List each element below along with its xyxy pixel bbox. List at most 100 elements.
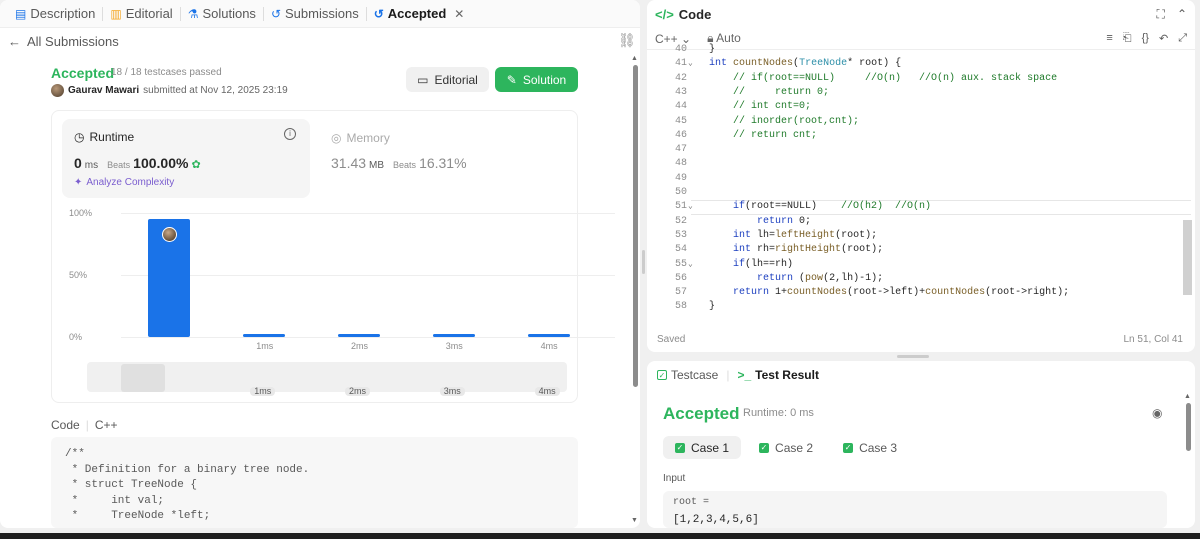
eye-icon[interactable]: ◉ (1152, 406, 1162, 420)
runtime-card[interactable]: ◷ Runtime i 0 ms Beats 100.00% ✿ ✦ Analy… (62, 119, 310, 198)
code-section-label: Code | C++ (51, 418, 118, 432)
line-number: 40 (674, 44, 687, 55)
code-line[interactable]: return 0; (709, 215, 811, 229)
runtime-title: Runtime (89, 130, 135, 144)
chart-range-scroller[interactable] (87, 362, 567, 392)
tab-test-result[interactable]: >_ Test Result (737, 368, 818, 382)
info-icon[interactable]: i (284, 128, 296, 140)
memory-beats: 16.31% (419, 155, 467, 171)
analyze-label: Analyze Complexity (86, 177, 175, 188)
scroller-tick-label: 3ms (439, 387, 465, 396)
beats-label: Beats (393, 160, 417, 170)
back-link[interactable]: ← All Submissions (8, 34, 119, 49)
tab-testcase[interactable]: ✓ Testcase (657, 368, 718, 382)
fullscreen-icon[interactable]: ⤢ (1178, 32, 1187, 45)
close-icon[interactable]: ✕ (454, 8, 464, 20)
code-line[interactable]: int rh=rightHeight(root); (709, 243, 883, 257)
code-icon: </> (655, 7, 674, 22)
analyze-complexity-link[interactable]: ✦ Analyze Complexity (74, 177, 174, 188)
separator: | (85, 418, 89, 432)
chart-bar[interactable] (527, 334, 570, 337)
tab-divider: | (726, 368, 730, 382)
scroller-tick-label: 2ms (345, 387, 371, 396)
case-tab-3[interactable]: ✓ Case 3 (831, 436, 909, 459)
chart-bar[interactable] (432, 334, 475, 337)
chevron-up-icon[interactable]: ⌃ (1177, 7, 1187, 22)
scrollbar-thumb[interactable] (1186, 403, 1191, 451)
button-label: Editorial (434, 72, 478, 87)
memory-unit: MB (369, 160, 385, 171)
code-line[interactable]: // int cnt=0; (709, 100, 811, 114)
y-tick-label: 100% (69, 208, 93, 218)
fold-chevron-icon[interactable]: ⌄ (688, 258, 693, 272)
fold-chevron-icon[interactable]: ⌄ (688, 200, 693, 214)
code-line[interactable]: if(root==NULL) //O(h2) //O(n) (709, 200, 931, 214)
taskbar (0, 533, 1200, 539)
tab-accepted[interactable]: ↺ Accepted ✕ (367, 6, 472, 21)
bookmark-icon[interactable]: ⎗ (1123, 32, 1132, 45)
code-line[interactable]: // return cnt; (709, 129, 817, 143)
line-number: 43 (674, 86, 687, 98)
share-link-icon[interactable]: ⛓ (618, 32, 636, 49)
line-number: 56 (674, 272, 687, 284)
tab-description[interactable]: ▤ Description (8, 6, 102, 21)
result-scrollbar[interactable]: ▲ (1184, 393, 1192, 528)
code-line[interactable]: if(lh==rh) (709, 258, 793, 272)
code-line[interactable]: // inorder(root,cnt); (709, 115, 859, 129)
case-tab-1[interactable]: ✓ Case 1 (663, 436, 742, 459)
vertical-resize-handle[interactable] (642, 250, 645, 274)
chart-bar[interactable] (148, 219, 191, 337)
scroller-tick-label: 4ms (534, 387, 560, 396)
input-box: root = [1,2,3,4,5,6] (663, 491, 1167, 528)
code-line[interactable]: } (709, 300, 715, 314)
format-icon[interactable]: ≡ (1106, 32, 1112, 45)
editor-scrollbar-thumb[interactable] (1183, 220, 1192, 295)
fold-chevron-icon[interactable]: ⌄ (688, 57, 693, 71)
chart-bar[interactable] (243, 334, 286, 337)
runtime-distribution-chart: 100% 50% 0% 1ms 2ms 3ms 4ms (55, 205, 615, 351)
chart-bar[interactable] (338, 334, 380, 337)
tab-solutions[interactable]: ⚗ Solutions (181, 6, 263, 21)
reset-icon[interactable]: ↶ (1159, 32, 1168, 45)
grid-line (121, 337, 615, 338)
memory-label[interactable]: ◎ Memory (331, 131, 390, 145)
code-line[interactable]: } (709, 43, 715, 57)
solution-button[interactable]: ✎ Solution (495, 67, 578, 92)
avatar[interactable] (51, 84, 64, 97)
code-line[interactable]: return (pow(2,lh)-1); (709, 272, 883, 286)
tab-editorial[interactable]: ▥ Editorial (103, 6, 179, 21)
scroll-down-icon[interactable]: ▼ (631, 517, 638, 524)
code-line[interactable]: int lh=leftHeight(root); (709, 229, 877, 243)
line-number: 47 (674, 144, 687, 156)
sparkle-icon: ✦ (74, 177, 83, 188)
author-name[interactable]: Gaurav Mawari (68, 85, 139, 96)
code-line[interactable]: // return 0; (709, 86, 829, 100)
button-label: Solution (522, 72, 567, 87)
code-editor[interactable]: 40} 41 ⌄ int countNodes(TreeNode* root) {42… (647, 44, 1195, 320)
memory-icon: ◎ (331, 131, 342, 145)
scroll-up-icon[interactable]: ▲ (631, 55, 638, 62)
scroller-handle[interactable] (121, 364, 165, 392)
scroll-up-icon[interactable]: ▲ (1184, 393, 1191, 400)
line-number: 51 (674, 201, 687, 213)
case-tab-2[interactable]: ✓ Case 2 (747, 436, 825, 459)
left-scrollbar[interactable]: ▲ ▼ (631, 55, 639, 528)
editorial-button[interactable]: ▭ Editorial (406, 67, 489, 92)
code-line[interactable]: // if(root==NULL) //O(n) //O(n) aux. sta… (709, 72, 1057, 86)
input-label: Input (663, 473, 686, 484)
line-number: 49 (674, 172, 687, 184)
expand-icon[interactable]: ⛶ (1157, 7, 1165, 22)
horizontal-resize-handle[interactable] (897, 355, 929, 358)
input-var: root = (673, 497, 710, 508)
line-number: 46 (674, 129, 687, 141)
tab-submissions[interactable]: ↺ Submissions (264, 6, 366, 21)
case-label: Case 1 (691, 440, 730, 455)
code-line[interactable]: int countNodes(TreeNode* root) { (709, 57, 901, 71)
tab-label: Testcase (671, 368, 719, 382)
braces-icon[interactable]: {} (1142, 32, 1149, 45)
line-number: 55 (674, 258, 687, 270)
code-line[interactable]: return 1+countNodes(root->left)+countNod… (709, 286, 1069, 300)
save-status: Saved (657, 334, 686, 345)
result-status: Accepted (663, 404, 740, 423)
scrollbar-thumb[interactable] (633, 65, 638, 387)
